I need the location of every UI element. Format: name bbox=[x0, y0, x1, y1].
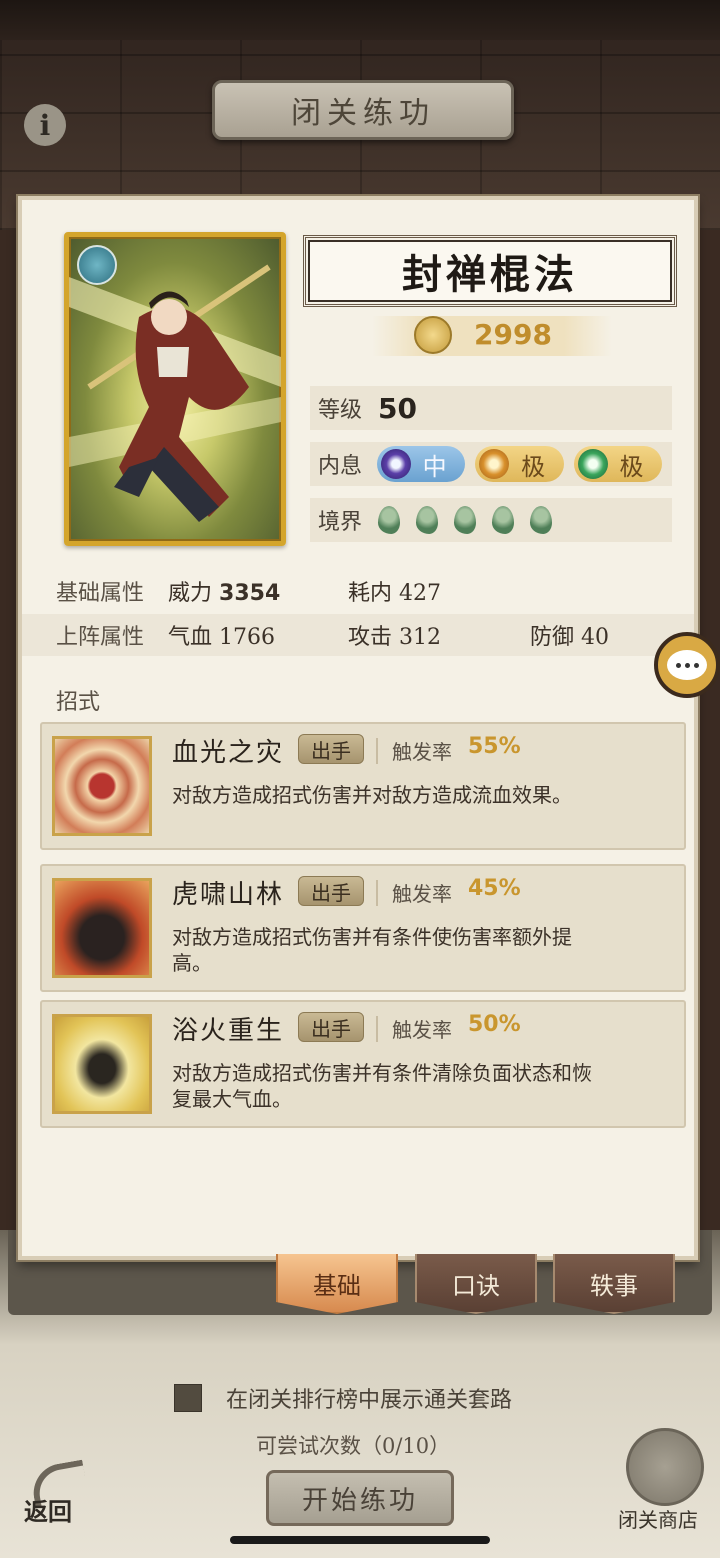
move-item[interactable]: 虎啸山林 出手 触发率 45% 对敌方造成招式伤害并有条件使伤害率额外提高。 bbox=[40, 864, 686, 992]
info-icon[interactable]: i bbox=[24, 104, 66, 146]
start-training-button[interactable]: 开始练功 bbox=[266, 1470, 454, 1526]
inner-pill-jade[interactable]: 极 bbox=[573, 446, 662, 482]
move-tag: 出手 bbox=[298, 876, 364, 906]
power-rating: 2998 bbox=[342, 314, 642, 358]
attr-cost: 耗内 427 bbox=[348, 581, 442, 606]
inner-breath-label: 内息 bbox=[318, 454, 363, 479]
show-route-checkbox[interactable] bbox=[174, 1384, 202, 1412]
tab-basic[interactable]: 基础 bbox=[276, 1254, 398, 1314]
inner-breath-row: 内息 中 极 极 bbox=[310, 442, 672, 486]
shop-label: 闭关商店 bbox=[618, 1508, 698, 1532]
realm-bead-icon bbox=[416, 506, 438, 534]
attr-power: 威力 3354 bbox=[168, 581, 281, 606]
divider bbox=[376, 1016, 378, 1042]
realm-row: 境界 bbox=[310, 498, 672, 542]
back-button[interactable]: 返回 bbox=[18, 1459, 98, 1532]
power-icon bbox=[414, 316, 452, 354]
blood-swirl-icon bbox=[52, 736, 152, 836]
move-item[interactable]: 浴火重生 出手 触发率 50% 对敌方造成招式伤害并有条件清除负面状态和恢复最大… bbox=[40, 1000, 686, 1128]
rarity-emblem-icon bbox=[77, 245, 117, 285]
moon-icon bbox=[380, 449, 411, 479]
top-bar bbox=[0, 0, 720, 40]
move-name: 虎啸山林 bbox=[172, 880, 285, 910]
move-description: 对敌方造成招式伤害并对敌方造成流血效果。 bbox=[172, 783, 572, 807]
shop-icon bbox=[626, 1428, 704, 1506]
move-rate: 45% bbox=[468, 876, 521, 901]
move-rate-label: 触发率 bbox=[392, 740, 452, 764]
chat-icon bbox=[667, 650, 707, 680]
home-indicator[interactable] bbox=[230, 1536, 490, 1544]
tab-formula[interactable]: 口诀 bbox=[415, 1254, 537, 1314]
divider bbox=[376, 738, 378, 764]
jade-icon bbox=[577, 449, 608, 479]
realm-bead-icon bbox=[378, 506, 400, 534]
level-value: 50 bbox=[378, 391, 417, 425]
power-value: 2998 bbox=[474, 318, 552, 351]
tiger-icon bbox=[52, 878, 152, 978]
move-item[interactable]: 血光之灾 出手 触发率 55% 对敌方造成招式伤害并对敌方造成流血效果。 bbox=[40, 722, 686, 850]
move-description: 对敌方造成招式伤害并有条件清除负面状态和恢复最大气血。 bbox=[172, 1061, 592, 1111]
skill-card-art[interactable] bbox=[64, 232, 286, 546]
move-rate: 55% bbox=[468, 734, 521, 759]
tab-anecdote[interactable]: 轶事 bbox=[553, 1254, 675, 1314]
move-name: 血光之灾 bbox=[172, 738, 285, 768]
base-attributes-row: 基础属性 威力 3354 耗内 427 bbox=[22, 570, 694, 612]
move-rate-label: 触发率 bbox=[392, 1018, 452, 1042]
attr-defense: 防御 40 bbox=[530, 625, 610, 650]
sun-icon bbox=[479, 449, 510, 479]
move-tag: 出手 bbox=[298, 1012, 364, 1042]
realm-bead-icon bbox=[530, 506, 552, 534]
divider bbox=[376, 880, 378, 906]
chat-button[interactable] bbox=[654, 632, 720, 698]
attr-attack: 攻击 312 bbox=[348, 625, 442, 650]
battle-attributes-label: 上阵属性 bbox=[56, 625, 145, 650]
retreat-shop-button[interactable]: 闭关商店 bbox=[616, 1428, 716, 1532]
level-label: 等级 bbox=[318, 398, 363, 423]
attempts-count: 可尝试次数（0/10） bbox=[256, 1434, 451, 1458]
level-row: 等级 50 bbox=[310, 386, 672, 430]
move-description: 对敌方造成招式伤害并有条件使伤害率额外提高。 bbox=[172, 925, 572, 975]
move-tag: 出手 bbox=[298, 734, 364, 764]
skill-title: 封禅棍法 bbox=[303, 235, 677, 307]
moves-section-label: 招式 bbox=[56, 690, 101, 715]
move-name: 浴火重生 bbox=[172, 1016, 285, 1046]
realm-label: 境界 bbox=[318, 510, 363, 535]
page-title: 闭关练功 bbox=[212, 80, 514, 140]
show-route-label: 在闭关排行榜中展示通关套路 bbox=[226, 1388, 513, 1413]
skill-detail-panel: 封禅棍法 2998 等级 50 内息 中 极 极 境界 基础属性 威力 3354… bbox=[18, 196, 698, 1260]
battle-attributes-row: 上阵属性 气血 1766 攻击 312 防御 40 bbox=[22, 614, 694, 656]
move-rate-label: 触发率 bbox=[392, 882, 452, 906]
inner-pill-moon[interactable]: 中 bbox=[376, 446, 466, 482]
phoenix-flame-icon bbox=[52, 1014, 152, 1114]
attr-hp: 气血 1766 bbox=[168, 625, 276, 650]
base-attributes-label: 基础属性 bbox=[56, 581, 145, 606]
realm-bead-icon bbox=[454, 506, 476, 534]
inner-pill-sun[interactable]: 极 bbox=[475, 446, 564, 482]
realm-bead-icon bbox=[492, 506, 514, 534]
move-rate: 50% bbox=[468, 1012, 521, 1037]
back-label: 返回 bbox=[24, 1497, 72, 1526]
